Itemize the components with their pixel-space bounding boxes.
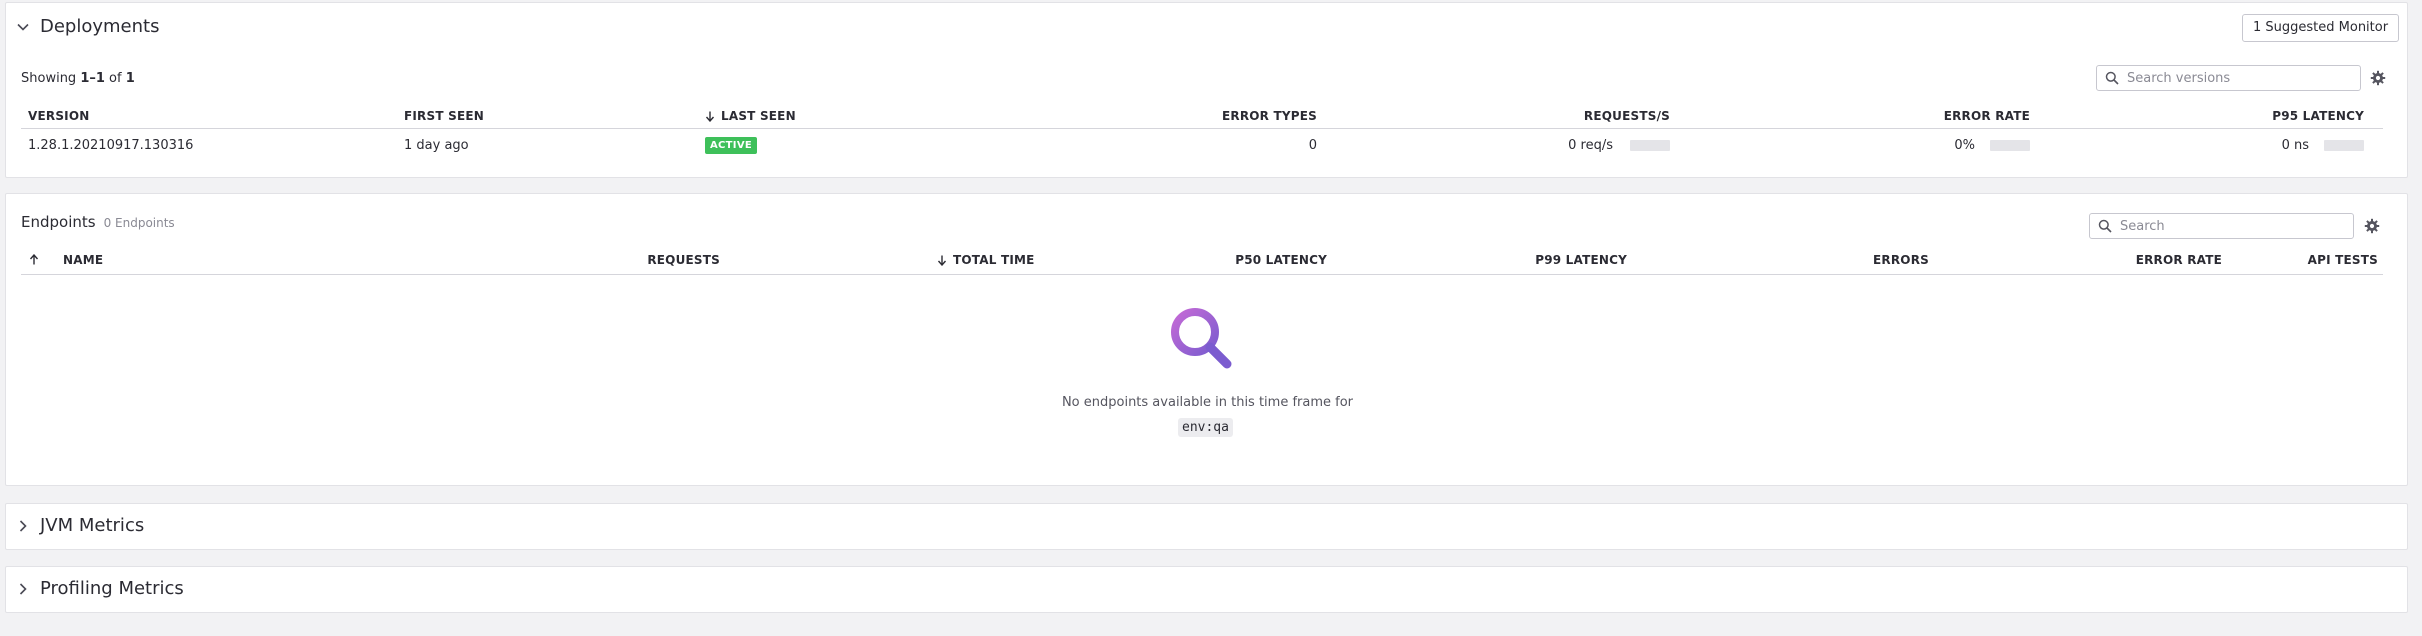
col-version[interactable]: VERSION: [28, 109, 89, 123]
jvm-metrics-panel: JVM Metrics: [5, 503, 2408, 550]
col-name[interactable]: NAME: [63, 253, 103, 267]
row-p95-latency: 0 ns: [2281, 138, 2309, 153]
col-error-types[interactable]: ERROR TYPES: [1222, 109, 1317, 123]
search-endpoints-input[interactable]: [2120, 218, 2320, 234]
empty-message: No endpoints available in this time fram…: [1061, 395, 1354, 410]
search-icon: [2098, 219, 2112, 233]
col-errors[interactable]: ERRORS: [1873, 253, 1929, 267]
sort-up-arrow-icon[interactable]: [29, 254, 39, 265]
magnifier-empty-icon: [1171, 308, 1232, 369]
header-divider: [21, 274, 2383, 275]
col-p50-latency[interactable]: P50 LATENCY: [1235, 253, 1327, 267]
row-first-seen: 1 day ago: [404, 138, 469, 153]
gear-icon[interactable]: [2370, 70, 2386, 86]
chevron-right-icon: [19, 519, 27, 532]
search-endpoints-box[interactable]: [2089, 213, 2354, 239]
row-version: 1.28.1.20210917.130316: [28, 138, 194, 153]
search-icon: [2105, 71, 2119, 85]
profiling-metrics-title: Profiling Metrics: [40, 578, 184, 599]
env-tag: env:qa: [1178, 418, 1233, 437]
col-last-seen[interactable]: LAST SEEN: [705, 109, 796, 123]
endpoints-panel: Endpoints 0 Endpoints NAME REQUESTS TOTA…: [5, 193, 2408, 486]
profiling-metrics-panel: Profiling Metrics: [5, 566, 2408, 613]
col-requests[interactable]: REQUESTS/S: [1584, 109, 1670, 123]
gear-icon[interactable]: [2364, 218, 2380, 234]
endpoints-count: 0 Endpoints: [103, 216, 175, 230]
jvm-metrics-title: JVM Metrics: [40, 515, 145, 536]
col-api-tests[interactable]: API TESTS: [2308, 253, 2378, 267]
status-badge: ACTIVE: [705, 137, 757, 154]
jvm-metrics-header-toggle[interactable]: JVM Metrics: [16, 515, 144, 536]
deployments-panel: Deployments 1 Suggested Monitor Showing …: [5, 2, 2408, 178]
col-error-rate[interactable]: ERROR RATE: [1944, 109, 2030, 123]
row-requests: 0 req/s: [1568, 138, 1613, 153]
p95-latency-bar: [2324, 140, 2364, 151]
col-p99-latency[interactable]: P99 LATENCY: [1535, 253, 1627, 267]
col-first-seen[interactable]: FIRST SEEN: [404, 109, 484, 123]
col-error-rate[interactable]: ERROR RATE: [2136, 253, 2222, 267]
row-error-rate: 0%: [1954, 138, 1975, 153]
chevron-right-icon: [19, 582, 27, 595]
col-p95-latency[interactable]: P95 LATENCY: [2272, 109, 2364, 123]
deployments-header-toggle[interactable]: Deployments: [16, 16, 159, 37]
sort-down-arrow-icon: [937, 255, 947, 266]
col-total-time[interactable]: TOTAL TIME: [937, 253, 1035, 267]
endpoints-title: Endpoints: [21, 213, 96, 231]
row-error-types: 0: [1308, 138, 1317, 153]
sort-down-arrow-icon: [705, 111, 715, 122]
col-requests[interactable]: REQUESTS: [647, 253, 720, 267]
chevron-down-icon: [17, 23, 29, 31]
search-versions-box[interactable]: [2096, 65, 2361, 91]
showing-count: Showing 1–1 of 1: [21, 71, 135, 86]
search-versions-input[interactable]: [2127, 70, 2327, 86]
endpoints-header: Endpoints 0 Endpoints: [21, 213, 175, 231]
error-rate-bar: [1990, 140, 2030, 151]
header-divider: [21, 128, 2383, 129]
requests-bar: [1630, 140, 1670, 151]
deployments-title: Deployments: [40, 16, 160, 37]
profiling-metrics-header-toggle[interactable]: Profiling Metrics: [16, 578, 184, 599]
suggested-monitor-button[interactable]: 1 Suggested Monitor: [2242, 14, 2400, 42]
